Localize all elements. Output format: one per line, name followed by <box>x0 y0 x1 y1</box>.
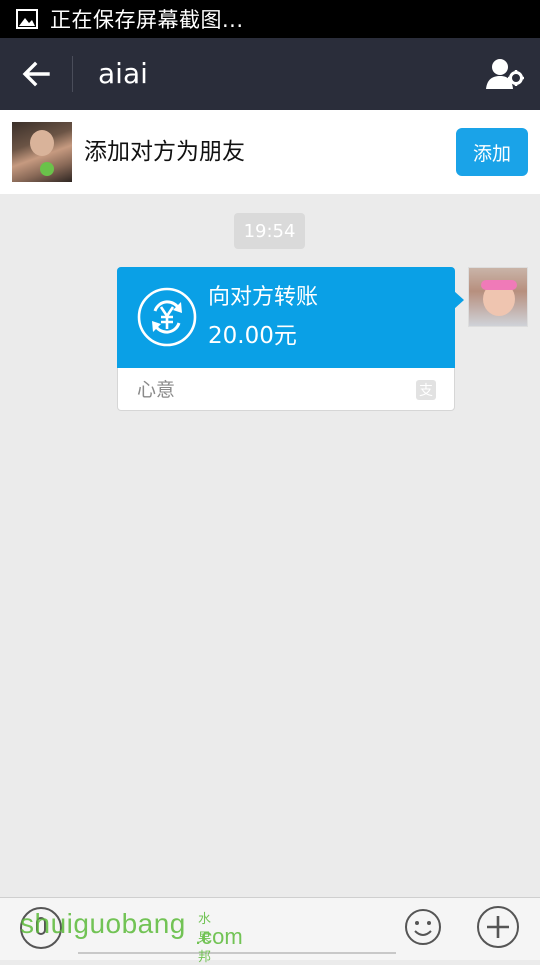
transfer-amount: 20.00元 <box>208 323 297 349</box>
status-text: 正在保存屏幕截图... <box>50 8 244 32</box>
input-bar <box>0 897 540 960</box>
chat-title: aiai <box>98 57 148 90</box>
bubble-pointer <box>454 291 464 309</box>
alipay-icon: 支 <box>416 380 436 400</box>
transfer-card-header: 向对方转账 20.00元 <box>117 267 464 368</box>
transfer-title: 向对方转账 <box>208 285 319 310</box>
add-friend-prompt: 添加对方为朋友 <box>84 139 245 165</box>
picture-icon <box>16 9 38 29</box>
contact-settings-button[interactable] <box>482 52 528 96</box>
transfer-message-card[interactable]: 向对方转账 20.00元 心意 支 <box>117 267 464 411</box>
yuan-transfer-icon <box>137 287 197 347</box>
add-friend-button[interactable]: 添加 <box>456 128 528 176</box>
voice-icon[interactable] <box>20 907 62 949</box>
back-arrow-icon <box>22 61 50 87</box>
title-divider <box>72 56 73 92</box>
plus-icon[interactable] <box>476 905 520 949</box>
contact-settings-icon <box>486 59 524 89</box>
status-bar: 正在保存屏幕截图... <box>0 0 540 38</box>
emoji-icon[interactable] <box>403 907 443 947</box>
title-bar: aiai <box>0 38 540 110</box>
message-timestamp: 19:54 <box>234 213 305 249</box>
add-friend-bar: 添加对方为朋友 添加 <box>0 110 540 194</box>
message-input[interactable] <box>78 906 396 954</box>
my-avatar[interactable] <box>468 267 528 327</box>
transfer-note: 心意 <box>137 379 176 401</box>
friend-avatar[interactable] <box>12 122 72 182</box>
back-button[interactable] <box>14 52 58 96</box>
